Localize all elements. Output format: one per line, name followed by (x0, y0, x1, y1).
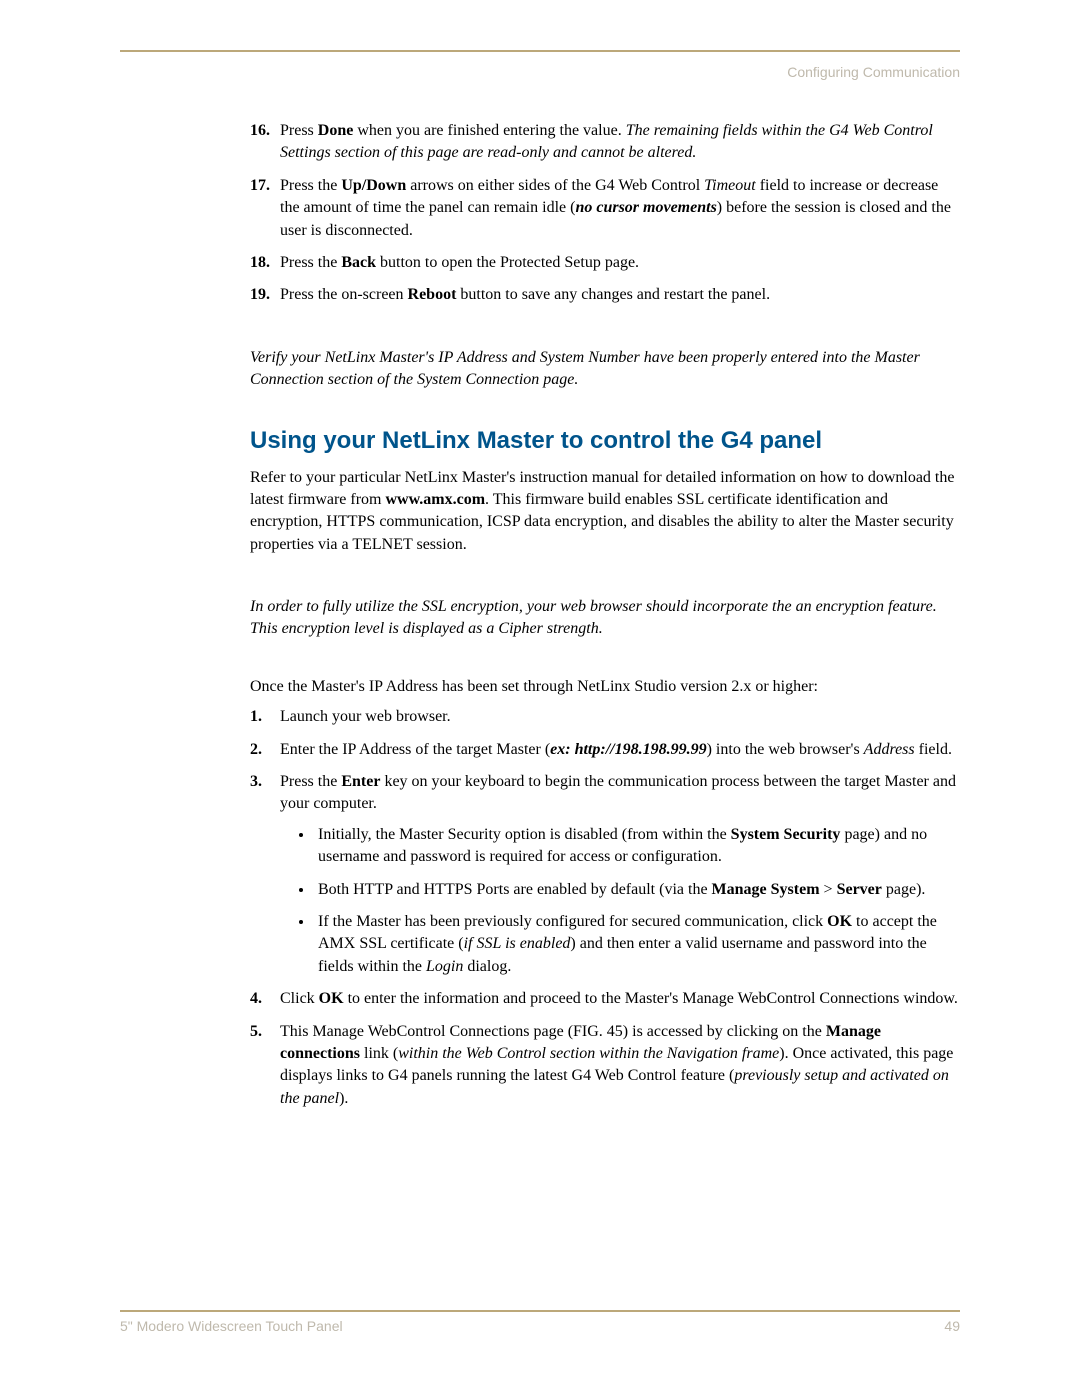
bold: Reboot (408, 286, 457, 303)
paragraph-lead: Once the Master's IP Address has been se… (250, 676, 960, 698)
text: > (820, 881, 837, 898)
text: Click (280, 990, 319, 1007)
italic: Login (426, 958, 463, 975)
paragraph-intro: Refer to your particular NetLinx Master'… (250, 467, 960, 557)
bullet-item: Both HTTP and HTTPS Ports are enabled by… (314, 879, 960, 901)
footer: 5" Modero Widescreen Touch Panel 49 (120, 1310, 960, 1336)
step-number: 1. (250, 706, 262, 728)
header-section-label: Configuring Communication (120, 64, 960, 80)
text: Press the (280, 773, 341, 790)
bold: OK (827, 913, 852, 930)
italic: Address (864, 741, 915, 758)
note-ssl: In order to fully utilize the SSL encryp… (250, 596, 960, 641)
text: Press the on-screen (280, 286, 408, 303)
step-number: 5. (250, 1021, 262, 1043)
italic: within the Web Control section within th… (398, 1045, 779, 1062)
text: Initially, the Master Security option is… (318, 826, 731, 843)
step-b4: 4. Click OK to enter the information and… (250, 988, 960, 1010)
step-list-b: 1. Launch your web browser. 2. Enter the… (250, 706, 960, 1110)
step-b2: 2. Enter the IP Address of the target Ma… (250, 739, 960, 761)
bullet-item: Initially, the Master Security option is… (314, 824, 960, 869)
step-list-a: 16. Press Done when you are finished ent… (250, 120, 960, 307)
text: Press the (280, 254, 341, 271)
step-18: 18. Press the Back button to open the Pr… (250, 252, 960, 274)
bold: Back (341, 254, 376, 271)
text: to enter the information and proceed to … (344, 990, 958, 1007)
step-number: 17. (250, 175, 270, 197)
bold: Done (318, 122, 354, 139)
footer-title: 5" Modero Widescreen Touch Panel (120, 1318, 343, 1334)
italic: if SSL is enabled (464, 935, 571, 952)
section-heading: Using your NetLinx Master to control the… (250, 427, 960, 455)
step-number: 3. (250, 771, 262, 793)
text: If the Master has been previously config… (318, 913, 827, 930)
text: Press the (280, 177, 341, 194)
text: ) into the web browser's (707, 741, 864, 758)
italic: Timeout (704, 177, 756, 194)
text: key on your keyboard to begin the commun… (280, 773, 956, 812)
step-number: 18. (250, 252, 270, 274)
text: ). (339, 1090, 348, 1107)
text: button to save any changes and restart t… (456, 286, 770, 303)
bold: Server (837, 881, 882, 898)
text: when you are finished entering the value… (353, 122, 625, 139)
step-16: 16. Press Done when you are finished ent… (250, 120, 960, 165)
step-b3: 3. Press the Enter key on your keyboard … (250, 771, 960, 978)
step-17: 17. Press the Up/Down arrows on either s… (250, 175, 960, 242)
bullet-item: If the Master has been previously config… (314, 911, 960, 978)
step-b5: 5. This Manage WebControl Connections pa… (250, 1021, 960, 1111)
text: Press (280, 122, 318, 139)
text: arrows on either sides of the G4 Web Con… (406, 177, 704, 194)
top-rule (120, 50, 960, 52)
step-number: 16. (250, 120, 270, 142)
text: dialog. (463, 958, 511, 975)
text: field. (915, 741, 952, 758)
bold: Enter (341, 773, 380, 790)
page-number: 49 (944, 1318, 960, 1334)
step-number: 4. (250, 988, 262, 1010)
step-number: 2. (250, 739, 262, 761)
bold: OK (319, 990, 344, 1007)
bold: Manage System (712, 881, 820, 898)
text: page). (882, 881, 926, 898)
text: button to open the Protected Setup page. (376, 254, 639, 271)
bold-italic: no cursor movements (575, 199, 716, 216)
step-b1: 1. Launch your web browser. (250, 706, 960, 728)
text: Both HTTP and HTTPS Ports are enabled by… (318, 881, 712, 898)
text: Enter the IP Address of the target Maste… (280, 741, 550, 758)
step-19: 19. Press the on-screen Reboot button to… (250, 284, 960, 306)
step-number: 19. (250, 284, 270, 306)
bullet-list: Initially, the Master Security option is… (314, 824, 960, 978)
bold: System Security (731, 826, 841, 843)
text: This Manage WebControl Connections page … (280, 1023, 826, 1040)
bold: www.amx.com (386, 491, 486, 508)
text: link ( (360, 1045, 398, 1062)
bold: Up/Down (341, 177, 406, 194)
bold-italic: ex: http://198.198.99.99 (550, 741, 706, 758)
text: Launch your web browser. (280, 708, 451, 725)
note-verify: Verify your NetLinx Master's IP Address … (250, 347, 960, 392)
